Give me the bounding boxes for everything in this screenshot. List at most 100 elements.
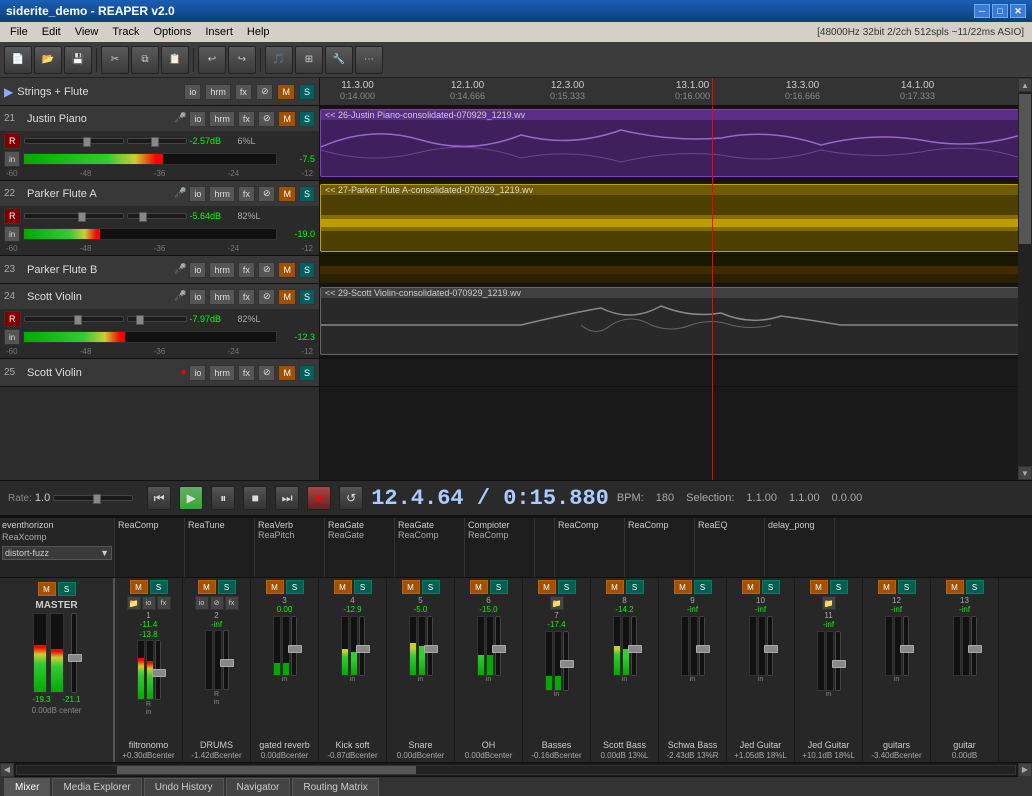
t22-pan[interactable] <box>127 213 187 219</box>
t25-m[interactable]: M <box>278 365 296 381</box>
group-m-btn[interactable]: M <box>277 84 295 100</box>
t24-hrm[interactable]: hrm <box>209 289 235 305</box>
t24-in[interactable]: in <box>4 329 20 345</box>
t22-s[interactable]: S <box>299 186 315 202</box>
master-fader[interactable] <box>71 613 77 693</box>
ch1-fader[interactable] <box>155 640 161 700</box>
ch11-fader[interactable] <box>835 631 841 691</box>
ch7-m[interactable]: M <box>538 580 556 594</box>
fx-ch4-p2[interactable]: ReaGate <box>328 530 391 540</box>
save-button[interactable]: 💾 <box>64 46 92 74</box>
ch5-fader[interactable] <box>427 616 433 676</box>
menu-edit[interactable]: Edit <box>36 24 67 40</box>
new-button[interactable]: 📄 <box>4 46 32 74</box>
group-io-btn[interactable]: io <box>184 84 201 100</box>
fx-ch11-p1[interactable]: delay_pong <box>768 520 831 530</box>
ch2-fader[interactable] <box>223 630 229 690</box>
transport-record[interactable]: ● <box>307 486 331 510</box>
fx-dropdown[interactable]: distort-fuzz ▼ <box>2 546 112 560</box>
t22-fx[interactable]: fx <box>238 186 255 202</box>
t24-m[interactable]: M <box>278 289 296 305</box>
scroll-thumb[interactable] <box>1019 94 1031 244</box>
ch7-fader[interactable] <box>563 631 569 691</box>
t24-io[interactable]: io <box>189 289 206 305</box>
ch6-m[interactable]: M <box>470 580 488 594</box>
t22-hrm[interactable]: hrm <box>209 186 235 202</box>
redo-button[interactable]: ↪ <box>228 46 256 74</box>
ch3-m[interactable]: M <box>266 580 284 594</box>
t25-io[interactable]: io <box>189 365 206 381</box>
t21-phase[interactable]: ⊘ <box>258 111 276 127</box>
menu-insert[interactable]: Insert <box>199 24 239 40</box>
ch6-fader[interactable] <box>495 616 501 676</box>
close-button[interactable]: ✕ <box>1010 4 1026 18</box>
t21-in[interactable]: in <box>4 151 20 167</box>
ch2-m[interactable]: M <box>198 580 216 594</box>
ch1-fx[interactable]: fx <box>157 596 171 610</box>
ch1-folder[interactable]: 📁 <box>127 596 141 610</box>
t22-in[interactable]: in <box>4 226 20 242</box>
grid-button[interactable]: ⊞ <box>295 46 323 74</box>
scroll-down[interactable]: ▼ <box>1018 466 1032 480</box>
t22-m[interactable]: M <box>278 186 296 202</box>
ch3-fader[interactable] <box>291 616 297 676</box>
ch8-s[interactable]: S <box>626 580 644 594</box>
tab-undo-history[interactable]: Undo History <box>144 778 224 796</box>
t23-s[interactable]: S <box>299 262 315 278</box>
fx-ch2-p1[interactable]: ReaTune <box>188 520 251 530</box>
maximize-button[interactable]: □ <box>992 4 1008 18</box>
fx-ch6-p2[interactable]: ReaComp <box>468 530 531 540</box>
ch8-fader[interactable] <box>631 616 637 676</box>
group-hrm-btn[interactable]: hrm <box>205 84 231 100</box>
ch4-s[interactable]: S <box>354 580 372 594</box>
transport-loop[interactable]: ↺ <box>339 486 363 510</box>
fx-ch9-p1[interactable]: ReaComp <box>628 520 691 530</box>
menu-options[interactable]: Options <box>147 24 197 40</box>
t25-fx[interactable]: fx <box>238 365 255 381</box>
t24-rec[interactable]: R <box>4 311 21 327</box>
master-s-btn[interactable]: S <box>58 582 76 596</box>
ch8-m[interactable]: M <box>606 580 624 594</box>
open-button[interactable]: 📂 <box>34 46 62 74</box>
t22-io[interactable]: io <box>189 186 206 202</box>
tab-navigator[interactable]: Navigator <box>226 778 291 796</box>
ch13-fader[interactable] <box>971 616 977 676</box>
t25-s[interactable]: S <box>299 365 315 381</box>
transport-play[interactable]: ▶ <box>179 486 203 510</box>
metronome-button[interactable]: 🎵 <box>265 46 293 74</box>
t24-s[interactable]: S <box>299 289 315 305</box>
ch6-s[interactable]: S <box>490 580 508 594</box>
t23-m[interactable]: M <box>278 262 296 278</box>
ch7-folder[interactable]: 📁 <box>550 596 564 610</box>
t23-io[interactable]: io <box>189 262 206 278</box>
t21-fx[interactable]: fx <box>238 111 255 127</box>
snap-button[interactable]: 🔧 <box>325 46 353 74</box>
menu-track[interactable]: Track <box>106 24 145 40</box>
ch12-m[interactable]: M <box>878 580 896 594</box>
fx-ch10-p1[interactable]: ReaEQ <box>698 520 761 530</box>
t22-fader[interactable] <box>24 213 124 219</box>
t24-fx[interactable]: fx <box>238 289 255 305</box>
fx-ch5-p1[interactable]: ReaGate <box>398 520 461 530</box>
ch2-fx[interactable]: fx <box>225 596 239 610</box>
menu-file[interactable]: File <box>4 24 34 40</box>
paste-button[interactable]: 📋 <box>161 46 189 74</box>
fx-eventhorizon[interactable]: eventhorizon <box>2 520 112 530</box>
transport-goto-start[interactable]: ⏮ <box>147 486 171 510</box>
clip-21[interactable]: << 26-Justin Piano-consolidated-070929_1… <box>320 109 1032 177</box>
ch10-s[interactable]: S <box>762 580 780 594</box>
ch3-s[interactable]: S <box>286 580 304 594</box>
fx-ch6-p1[interactable]: Compioter <box>468 520 531 530</box>
group-phase-btn[interactable]: ⊘ <box>256 84 274 100</box>
t21-rec[interactable]: R <box>4 133 21 149</box>
ch1-m[interactable]: M <box>130 580 148 594</box>
t25-phase[interactable]: ⊘ <box>258 365 276 381</box>
ch13-s[interactable]: S <box>966 580 984 594</box>
t24-pan[interactable] <box>127 316 187 322</box>
t23-fx[interactable]: fx <box>238 262 255 278</box>
menu-view[interactable]: View <box>69 24 105 40</box>
fx-ch4-p1[interactable]: ReaGate <box>328 520 391 530</box>
ch7-s[interactable]: S <box>558 580 576 594</box>
ch1-s[interactable]: S <box>150 580 168 594</box>
fx-ch1-p1[interactable]: ReaComp <box>118 520 181 530</box>
